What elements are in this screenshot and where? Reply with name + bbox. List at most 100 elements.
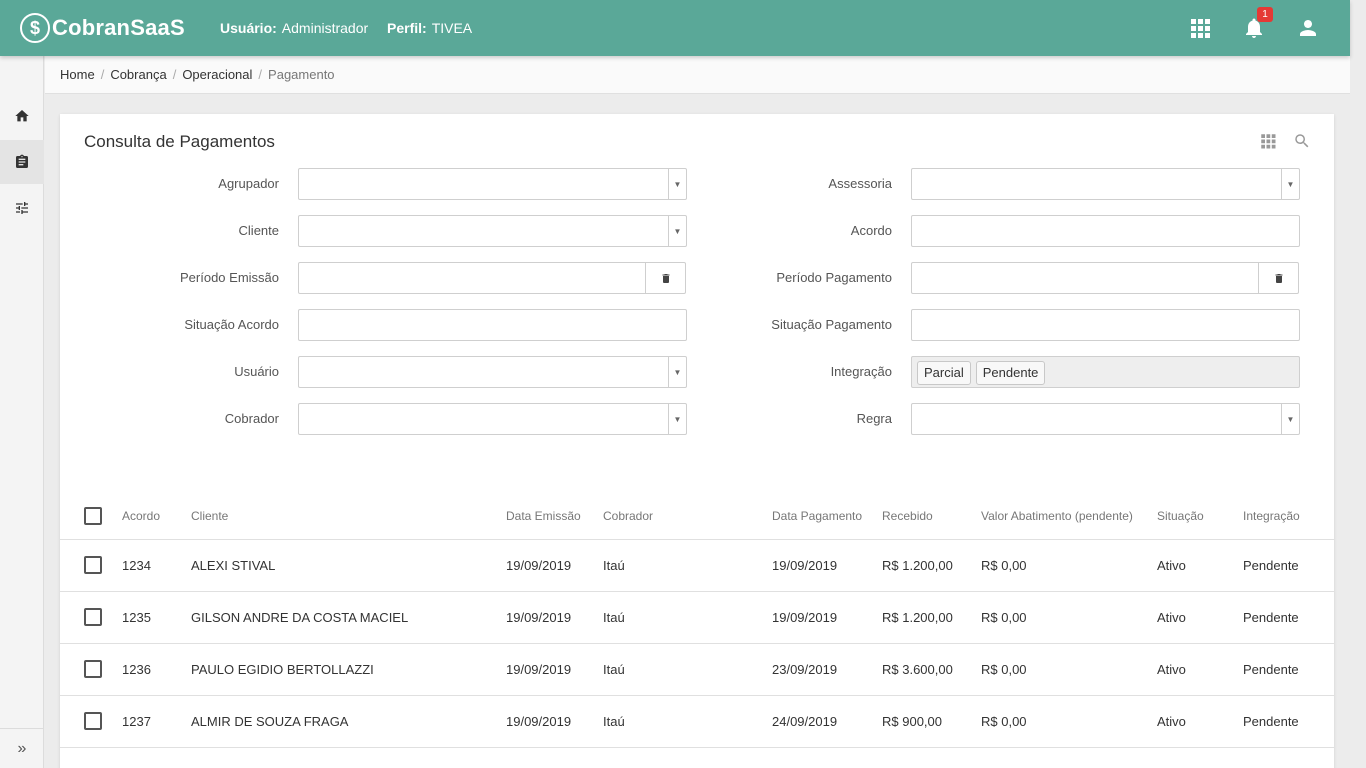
chevron-down-icon[interactable]: ▼ bbox=[668, 169, 686, 199]
chevron-down-icon[interactable]: ▼ bbox=[668, 216, 686, 246]
app-logo[interactable]: $ CobranSaaS bbox=[20, 12, 185, 44]
usuario-input[interactable] bbox=[299, 357, 686, 387]
cell-acordo: 1237 bbox=[122, 695, 191, 748]
user-label: Usuário: bbox=[220, 20, 277, 36]
cell-data-pagamento: 23/09/2019 bbox=[772, 643, 882, 696]
profile-info: Perfil: TIVEA bbox=[387, 20, 472, 36]
cell-recebido: R$ 3.600,00 bbox=[882, 643, 981, 696]
cell-valor-abatimento: R$ 0,00 bbox=[981, 539, 1157, 592]
table-row[interactable]: 1234 ALEXI STIVAL 19/09/2019 Itaú 19/09/… bbox=[60, 539, 1334, 592]
acordo-label: Acordo bbox=[850, 223, 892, 238]
periodo-pagamento-field[interactable] bbox=[911, 262, 1299, 294]
row-checkbox[interactable] bbox=[84, 608, 102, 626]
cell-situacao: Ativo bbox=[1157, 591, 1243, 644]
row-checkbox[interactable] bbox=[84, 712, 102, 730]
periodo-emissao-input[interactable] bbox=[299, 263, 645, 293]
cell-cobrador: Itaú bbox=[603, 695, 772, 748]
sidebar: » bbox=[0, 56, 44, 768]
chevron-down-icon[interactable]: ▼ bbox=[668, 357, 686, 387]
select-all-checkbox[interactable] bbox=[84, 507, 102, 526]
cell-cobrador: Itaú bbox=[603, 591, 772, 644]
situacao-pagamento-field[interactable] bbox=[911, 309, 1300, 341]
column-header[interactable]: Acordo bbox=[122, 494, 191, 540]
periodo-emissao-label: Período Emissão bbox=[180, 270, 279, 285]
tag-parcial[interactable]: Parcial bbox=[917, 361, 971, 385]
breadcrumb-operacional[interactable]: Operacional bbox=[182, 67, 252, 82]
home-icon[interactable] bbox=[0, 94, 44, 138]
column-header[interactable]: Data Pagamento bbox=[772, 494, 882, 540]
cobrador-select[interactable]: ▼ bbox=[298, 403, 687, 435]
expand-sidebar-icon[interactable]: » bbox=[0, 728, 44, 768]
column-header[interactable]: Situação bbox=[1157, 494, 1243, 540]
user-info: Usuário: Administrador bbox=[220, 20, 368, 36]
row-checkbox[interactable] bbox=[84, 660, 102, 678]
breadcrumb-home[interactable]: Home bbox=[60, 67, 95, 82]
table-row[interactable]: 1236 PAULO EGIDIO BERTOLLAZZI 19/09/2019… bbox=[60, 643, 1334, 696]
column-header[interactable]: Cobrador bbox=[603, 494, 772, 540]
periodo-pagamento-input[interactable] bbox=[912, 263, 1258, 293]
acordo-input[interactable] bbox=[912, 216, 1299, 246]
assessoria-select[interactable]: ▼ bbox=[911, 168, 1300, 200]
top-bar: $ CobranSaaS Usuário: Administrador Perfi… bbox=[0, 0, 1350, 56]
apps-icon[interactable] bbox=[1188, 16, 1212, 40]
usuario-select[interactable]: ▼ bbox=[298, 356, 687, 388]
cell-cliente: PAULO EGIDIO BERTOLLAZZI bbox=[191, 643, 506, 696]
row-checkbox[interactable] bbox=[84, 556, 102, 574]
periodo-emissao-field[interactable] bbox=[298, 262, 686, 294]
table-row[interactable]: 1235 GILSON ANDRE DA COSTA MACIEL 19/09/… bbox=[60, 591, 1334, 644]
situacao-acordo-input[interactable] bbox=[299, 310, 686, 340]
cell-integracao: Pendente bbox=[1243, 539, 1334, 592]
cell-data-emissao: 19/09/2019 bbox=[506, 643, 603, 696]
acordo-field[interactable] bbox=[911, 215, 1300, 247]
payments-card: Consulta de Pagamentos Agrupador ▼ Asses… bbox=[60, 114, 1334, 768]
cell-data-pagamento: 19/09/2019 bbox=[772, 591, 882, 644]
cell-situacao: Ativo bbox=[1157, 643, 1243, 696]
breadcrumb-pagamento: Pagamento bbox=[268, 67, 335, 82]
chevron-down-icon[interactable]: ▼ bbox=[668, 404, 686, 434]
cell-valor-abatimento: R$ 0,00 bbox=[981, 643, 1157, 696]
tag-pendente[interactable]: Pendente bbox=[975, 361, 1046, 385]
cliente-select[interactable]: ▼ bbox=[298, 215, 687, 247]
cell-data-emissao: 19/09/2019 bbox=[506, 539, 603, 592]
cell-valor-abatimento: R$ 0,00 bbox=[981, 591, 1157, 644]
cell-acordo: 1234 bbox=[122, 539, 191, 592]
clipboard-icon[interactable] bbox=[0, 140, 44, 184]
situacao-pagamento-input[interactable] bbox=[912, 310, 1299, 340]
column-header[interactable]: Valor Abatimento (pendente) bbox=[981, 494, 1157, 540]
search-icon[interactable] bbox=[1293, 132, 1313, 152]
regra-label: Regra bbox=[856, 411, 892, 426]
regra-select[interactable]: ▼ bbox=[911, 403, 1300, 435]
assessoria-input[interactable] bbox=[912, 169, 1299, 199]
grid-view-icon[interactable] bbox=[1259, 132, 1279, 152]
agrupador-input[interactable] bbox=[299, 169, 686, 199]
cell-data-pagamento: 24/09/2019 bbox=[772, 695, 882, 748]
cell-data-emissao: 19/09/2019 bbox=[506, 591, 603, 644]
cell-cobrador: Itaú bbox=[603, 539, 772, 592]
column-header[interactable]: Cliente bbox=[191, 494, 506, 540]
trash-icon[interactable] bbox=[645, 263, 685, 293]
integracao-tags-field[interactable]: Parcial Pendente bbox=[911, 356, 1300, 388]
cobrador-input[interactable] bbox=[299, 404, 686, 434]
chevron-down-icon[interactable]: ▼ bbox=[1281, 404, 1299, 434]
column-header[interactable]: Integração bbox=[1243, 494, 1334, 540]
cell-integracao: Pendente bbox=[1243, 643, 1334, 696]
notification-badge: 1 bbox=[1257, 7, 1273, 22]
agrupador-select[interactable]: ▼ bbox=[298, 168, 687, 200]
cell-data-pagamento: 19/09/2019 bbox=[772, 539, 882, 592]
cliente-input[interactable] bbox=[299, 216, 686, 246]
table-row[interactable]: 1237 ALMIR DE SOUZA FRAGA 19/09/2019 Ita… bbox=[60, 695, 1334, 748]
trash-icon[interactable] bbox=[1258, 263, 1298, 293]
account-icon[interactable] bbox=[1296, 16, 1320, 40]
breadcrumb-cobranca[interactable]: Cobrança bbox=[110, 67, 166, 82]
column-header[interactable]: Recebido bbox=[882, 494, 981, 540]
tune-icon[interactable] bbox=[0, 186, 44, 230]
cell-valor-abatimento: R$ 0,00 bbox=[981, 695, 1157, 748]
cell-integracao: Pendente bbox=[1243, 695, 1334, 748]
cell-cliente: ALMIR DE SOUZA FRAGA bbox=[191, 695, 506, 748]
cell-recebido: R$ 1.200,00 bbox=[882, 539, 981, 592]
chevron-down-icon[interactable]: ▼ bbox=[1281, 169, 1299, 199]
cell-integracao: Pendente bbox=[1243, 591, 1334, 644]
column-header[interactable]: Data Emissão bbox=[506, 494, 603, 540]
regra-input[interactable] bbox=[912, 404, 1299, 434]
situacao-acordo-field[interactable] bbox=[298, 309, 687, 341]
